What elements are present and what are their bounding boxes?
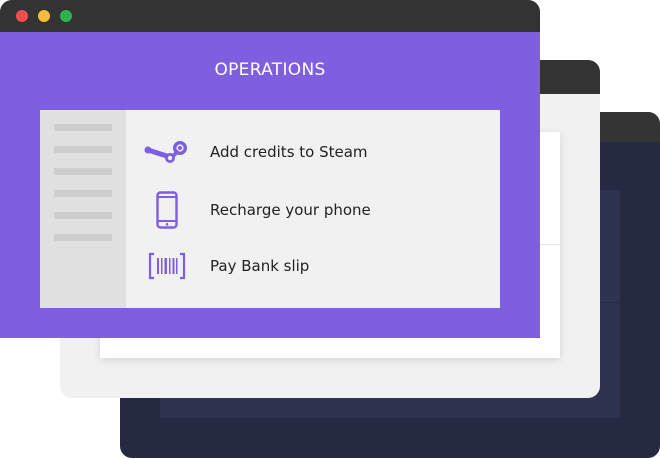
window-titlebar bbox=[0, 0, 540, 32]
menu-item-label: Pay Bank slip bbox=[210, 257, 310, 275]
minimize-dot[interactable] bbox=[38, 10, 50, 22]
steam-icon bbox=[144, 130, 190, 174]
menu-item-label: Add credits to Steam bbox=[210, 143, 368, 161]
window-title: OPERATIONS bbox=[214, 60, 326, 80]
sidebar bbox=[40, 110, 126, 308]
sidebar-placeholder-line bbox=[54, 234, 112, 241]
menu-item-label: Recharge your phone bbox=[210, 201, 371, 219]
stage: OPERATIONS Add credits to Steam Recharge… bbox=[0, 0, 660, 458]
operations-menu: Add credits to Steam Recharge your phone bbox=[126, 110, 500, 308]
maximize-dot[interactable] bbox=[60, 10, 72, 22]
sidebar-placeholder-line bbox=[54, 124, 112, 131]
operations-window: OPERATIONS Add credits to Steam Recharge… bbox=[0, 0, 540, 338]
sidebar-placeholder-line bbox=[54, 212, 112, 219]
menu-item-bank-slip[interactable]: Pay Bank slip bbox=[144, 244, 309, 288]
barcode-icon bbox=[144, 244, 190, 288]
close-dot[interactable] bbox=[16, 10, 28, 22]
sidebar-placeholder-line bbox=[54, 146, 112, 153]
operations-panel: Add credits to Steam Recharge your phone bbox=[40, 110, 500, 308]
sidebar-placeholder-line bbox=[54, 190, 112, 197]
menu-item-phone[interactable]: Recharge your phone bbox=[144, 188, 371, 232]
menu-item-steam[interactable]: Add credits to Steam bbox=[144, 130, 368, 174]
sidebar-placeholder-line bbox=[54, 168, 112, 175]
phone-icon bbox=[144, 188, 190, 232]
